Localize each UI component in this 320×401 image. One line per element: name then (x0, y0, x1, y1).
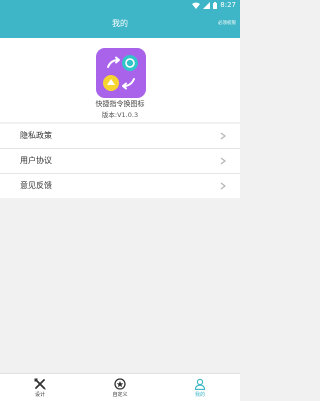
custom-icon (114, 378, 126, 390)
required-permissions-link[interactable]: 必须权限 (218, 10, 236, 38)
menu-item-label: 意见反馈 (20, 181, 52, 190)
header-bar: 我的 必须权限 (0, 10, 240, 38)
tab-label: 设计 (34, 392, 45, 398)
battery-icon (213, 1, 218, 9)
app-version: 版本:V1.0.3 (101, 111, 139, 119)
status-time: 8:27 (220, 1, 236, 9)
menu-item-label: 隐私政策 (20, 131, 52, 140)
tab-mine[interactable]: 我的 (160, 374, 240, 401)
app-logo-icon (96, 48, 146, 98)
wifi-icon (192, 2, 201, 9)
chevron-right-icon (220, 157, 226, 165)
tab-label: 我的 (194, 392, 205, 398)
bottom-tab-bar: 设计 自定义 我的 (0, 373, 240, 401)
person-icon (194, 378, 206, 390)
status-bar: 8:27 (0, 0, 240, 10)
menu-item-user-agreement[interactable]: 用户协议 (0, 149, 240, 174)
design-tools-icon (34, 378, 46, 390)
menu-item-feedback[interactable]: 意见反馈 (0, 174, 240, 198)
menu-item-label: 用户协议 (20, 156, 52, 165)
app-info-section: 快捷指令换图标 版本:V1.0.3 (0, 38, 240, 122)
app-name: 快捷指令换图标 (95, 100, 145, 108)
menu-item-privacy-policy[interactable]: 隐私政策 (0, 124, 240, 149)
tab-label: 自定义 (112, 392, 128, 398)
chevron-right-icon (220, 182, 226, 190)
signal-icon (203, 1, 211, 9)
tab-custom[interactable]: 自定义 (80, 374, 160, 401)
tab-design[interactable]: 设计 (0, 374, 80, 401)
chevron-right-icon (220, 132, 226, 140)
settings-menu: 隐私政策 用户协议 意见反馈 (0, 124, 240, 198)
page-title: 我的 (112, 19, 128, 28)
status-icons: 8:27 (192, 0, 236, 10)
